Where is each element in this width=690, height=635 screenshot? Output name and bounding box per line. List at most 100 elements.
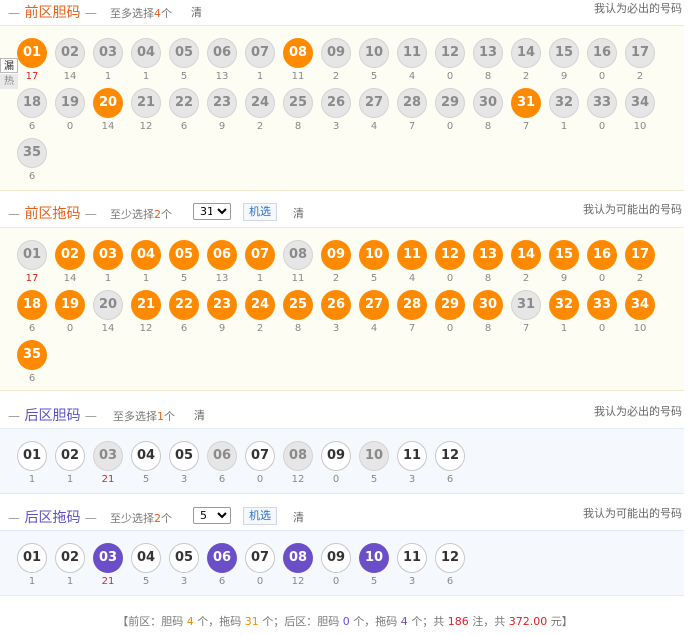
front-tuo-ball-12[interactable]: 12 <box>435 240 465 270</box>
front-dan-ball-35[interactable]: 35 <box>17 138 47 168</box>
front-tuo-ball-04[interactable]: 04 <box>131 240 161 270</box>
front-tuo-ball-16[interactable]: 16 <box>587 240 617 270</box>
front-tuo-ball-32[interactable]: 32 <box>549 290 579 320</box>
front-dan-ball-06[interactable]: 06 <box>207 38 237 68</box>
front-dan-ball-10[interactable]: 10 <box>359 38 389 68</box>
front-tuo-ball-22[interactable]: 22 <box>169 290 199 320</box>
front-dan-ball-02[interactable]: 02 <box>55 38 85 68</box>
back-tuo-ball-03[interactable]: 03 <box>93 543 123 573</box>
front-tuo-ball-06[interactable]: 06 <box>207 240 237 270</box>
back-dan-ball-12[interactable]: 12 <box>435 441 465 471</box>
front-dan-ball-09[interactable]: 09 <box>321 38 351 68</box>
back-tuo-ball-04[interactable]: 04 <box>131 543 161 573</box>
front-tuo-ball-11[interactable]: 11 <box>397 240 427 270</box>
front-dan-ball-20[interactable]: 20 <box>93 88 123 118</box>
front-dan-ball-24[interactable]: 24 <box>245 88 275 118</box>
front-tuo-ball-25[interactable]: 25 <box>283 290 313 320</box>
front-tuo-ball-10[interactable]: 10 <box>359 240 389 270</box>
front-tuo-ball-03[interactable]: 03 <box>93 240 123 270</box>
front-tuo-ball-07[interactable]: 07 <box>245 240 275 270</box>
back-dan-ball-02[interactable]: 02 <box>55 441 85 471</box>
front-tuo-count-select[interactable]: 31 <box>193 203 231 220</box>
front-tuo-ball-05[interactable]: 05 <box>169 240 199 270</box>
front-dan-ball-18[interactable]: 18 <box>17 88 47 118</box>
front-dan-ball-08[interactable]: 08 <box>283 38 313 68</box>
front-dan-ball-23[interactable]: 23 <box>207 88 237 118</box>
tag-hot-toggle[interactable]: 热 <box>0 74 18 89</box>
front-dan-ball-30[interactable]: 30 <box>473 88 503 118</box>
front-tuo-ball-01[interactable]: 01 <box>17 240 47 270</box>
back-dan-ball-04[interactable]: 04 <box>131 441 161 471</box>
tag-miss-toggle[interactable]: 漏 <box>0 58 18 73</box>
front-tuo-ball-28[interactable]: 28 <box>397 290 427 320</box>
front-tuo-ball-17[interactable]: 17 <box>625 240 655 270</box>
back-tuo-count-select[interactable]: 5 <box>193 507 231 524</box>
front-dan-ball-26[interactable]: 26 <box>321 88 351 118</box>
front-dan-ball-16[interactable]: 16 <box>587 38 617 68</box>
back-tuo-ball-07[interactable]: 07 <box>245 543 275 573</box>
front-dan-ball-07[interactable]: 07 <box>245 38 275 68</box>
front-dan-ball-28[interactable]: 28 <box>397 88 427 118</box>
front-tuo-ball-19[interactable]: 19 <box>55 290 85 320</box>
back-dan-clear-button[interactable]: 清 <box>194 407 205 423</box>
front-tuo-random-button[interactable]: 机选 <box>243 203 277 221</box>
front-dan-ball-01[interactable]: 01 <box>17 38 47 68</box>
back-tuo-ball-02[interactable]: 02 <box>55 543 85 573</box>
front-tuo-ball-35[interactable]: 35 <box>17 340 47 370</box>
back-tuo-ball-10[interactable]: 10 <box>359 543 389 573</box>
front-dan-ball-25[interactable]: 25 <box>283 88 313 118</box>
front-tuo-ball-15[interactable]: 15 <box>549 240 579 270</box>
front-tuo-ball-30[interactable]: 30 <box>473 290 503 320</box>
back-dan-ball-03[interactable]: 03 <box>93 441 123 471</box>
front-tuo-ball-31[interactable]: 31 <box>511 290 541 320</box>
front-dan-clear-button[interactable]: 清 <box>191 4 202 20</box>
front-tuo-ball-08[interactable]: 08 <box>283 240 313 270</box>
front-tuo-ball-33[interactable]: 33 <box>587 290 617 320</box>
front-dan-ball-34[interactable]: 34 <box>625 88 655 118</box>
front-dan-ball-22[interactable]: 22 <box>169 88 199 118</box>
front-dan-ball-03[interactable]: 03 <box>93 38 123 68</box>
front-dan-ball-31[interactable]: 31 <box>511 88 541 118</box>
back-dan-ball-11[interactable]: 11 <box>397 441 427 471</box>
front-dan-ball-32[interactable]: 32 <box>549 88 579 118</box>
back-dan-ball-07[interactable]: 07 <box>245 441 275 471</box>
front-tuo-ball-34[interactable]: 34 <box>625 290 655 320</box>
front-dan-ball-04[interactable]: 04 <box>131 38 161 68</box>
front-tuo-ball-24[interactable]: 24 <box>245 290 275 320</box>
front-tuo-ball-02[interactable]: 02 <box>55 240 85 270</box>
front-dan-ball-33[interactable]: 33 <box>587 88 617 118</box>
back-tuo-random-button[interactable]: 机选 <box>243 507 277 525</box>
back-tuo-clear-button[interactable]: 清 <box>293 509 304 525</box>
front-tuo-ball-18[interactable]: 18 <box>17 290 47 320</box>
back-tuo-ball-05[interactable]: 05 <box>169 543 199 573</box>
front-tuo-ball-09[interactable]: 09 <box>321 240 351 270</box>
front-tuo-ball-23[interactable]: 23 <box>207 290 237 320</box>
front-dan-ball-14[interactable]: 14 <box>511 38 541 68</box>
back-tuo-ball-09[interactable]: 09 <box>321 543 351 573</box>
front-tuo-ball-20[interactable]: 20 <box>93 290 123 320</box>
front-dan-ball-15[interactable]: 15 <box>549 38 579 68</box>
front-tuo-ball-26[interactable]: 26 <box>321 290 351 320</box>
front-dan-ball-17[interactable]: 17 <box>625 38 655 68</box>
back-tuo-ball-12[interactable]: 12 <box>435 543 465 573</box>
back-dan-ball-08[interactable]: 08 <box>283 441 313 471</box>
front-dan-ball-27[interactable]: 27 <box>359 88 389 118</box>
front-dan-ball-13[interactable]: 13 <box>473 38 503 68</box>
back-tuo-ball-11[interactable]: 11 <box>397 543 427 573</box>
front-dan-ball-21[interactable]: 21 <box>131 88 161 118</box>
front-dan-ball-19[interactable]: 19 <box>55 88 85 118</box>
front-tuo-ball-27[interactable]: 27 <box>359 290 389 320</box>
back-dan-ball-10[interactable]: 10 <box>359 441 389 471</box>
front-dan-ball-29[interactable]: 29 <box>435 88 465 118</box>
front-tuo-clear-button[interactable]: 清 <box>293 205 304 221</box>
front-tuo-ball-13[interactable]: 13 <box>473 240 503 270</box>
front-dan-ball-11[interactable]: 11 <box>397 38 427 68</box>
front-tuo-ball-14[interactable]: 14 <box>511 240 541 270</box>
front-tuo-ball-29[interactable]: 29 <box>435 290 465 320</box>
back-dan-ball-05[interactable]: 05 <box>169 441 199 471</box>
front-dan-ball-12[interactable]: 12 <box>435 38 465 68</box>
back-tuo-ball-08[interactable]: 08 <box>283 543 313 573</box>
back-tuo-ball-06[interactable]: 06 <box>207 543 237 573</box>
front-dan-ball-05[interactable]: 05 <box>169 38 199 68</box>
front-tuo-ball-21[interactable]: 21 <box>131 290 161 320</box>
